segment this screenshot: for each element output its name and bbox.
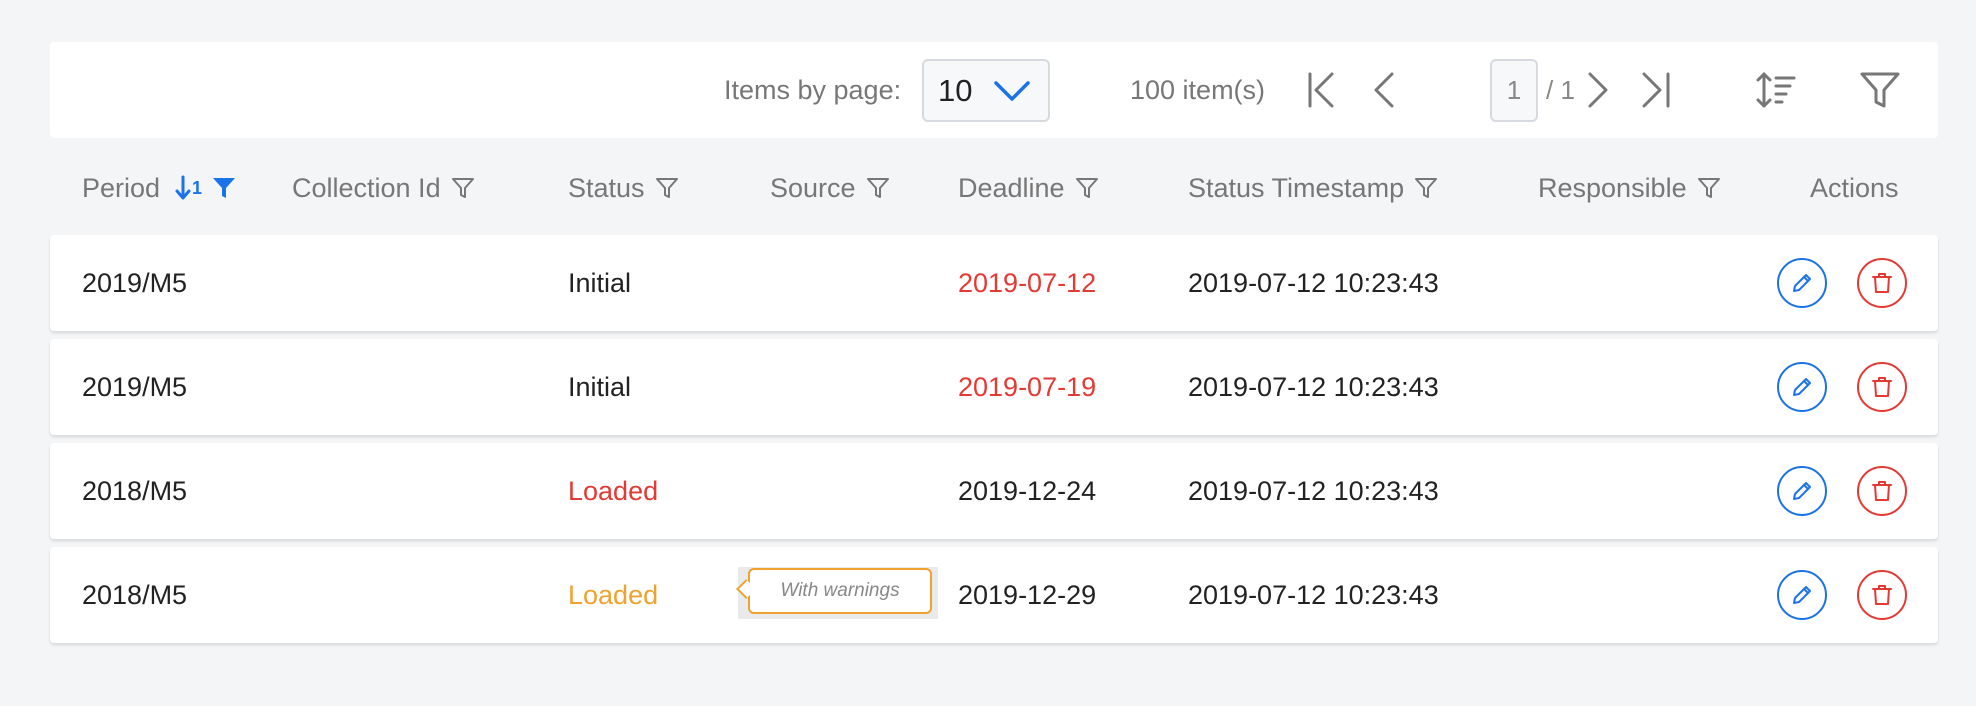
trash-icon <box>1872 377 1892 397</box>
cell-status: Initial <box>568 372 632 402</box>
sort-indicator[interactable]: 1 <box>174 175 202 201</box>
cell-deadline: 2019-12-24 <box>958 476 1097 506</box>
items-by-page-label: Items by page: <box>724 75 902 105</box>
table-row: 2019/M5 Initial 2019-07-12 2019-07-12 10… <box>50 235 1938 331</box>
edit-button[interactable] <box>1777 258 1827 308</box>
edit-button[interactable] <box>1777 362 1827 412</box>
cell-period: 2018/M5 <box>82 476 188 506</box>
status-tooltip: With warnings <box>736 567 938 619</box>
cell-period: 2019/M5 <box>82 268 188 298</box>
filter-icon[interactable] <box>1414 176 1438 200</box>
cell-status: Initial <box>568 268 632 298</box>
delete-button[interactable] <box>1857 466 1907 516</box>
column-header-responsible[interactable]: Responsible <box>1538 160 1721 216</box>
pencil-icon <box>1793 274 1811 292</box>
column-label: Source <box>770 172 856 203</box>
filter-icon[interactable] <box>655 176 679 200</box>
column-label: Period <box>82 172 161 203</box>
column-header-source[interactable]: Source <box>770 160 890 216</box>
column-label: Actions <box>1810 172 1899 203</box>
cell-status-timestamp: 2019-07-12 10:23:43 <box>1188 268 1439 298</box>
cell-status-timestamp: 2019-07-12 10:23:43 <box>1188 372 1439 402</box>
cell-deadline: 2019-07-19 <box>958 372 1097 402</box>
row-density-icon[interactable] <box>1754 68 1798 112</box>
items-by-page-select[interactable]: 10 <box>922 59 1050 122</box>
column-header-deadline[interactable]: Deadline <box>958 160 1099 216</box>
table-row: 2018/M5 Loaded 2019-12-24 2019-07-12 10:… <box>50 443 1938 539</box>
current-page-input[interactable]: 1 <box>1490 59 1538 122</box>
column-header-period[interactable]: Period 1 <box>82 160 236 216</box>
cell-status-timestamp: 2019-07-12 10:23:43 <box>1188 580 1439 610</box>
last-page-icon[interactable] <box>1634 68 1678 112</box>
delete-button[interactable] <box>1857 362 1907 412</box>
column-header-actions: Actions <box>1810 160 1899 216</box>
table-toolbar: Items by page: 10 100 item(s) 1 / 1 <box>50 42 1938 138</box>
trash-icon <box>1872 585 1892 605</box>
column-header-status[interactable]: Status <box>568 160 679 216</box>
delete-button[interactable] <box>1857 258 1907 308</box>
filter-icon[interactable] <box>1858 68 1902 112</box>
table-row: 2018/M5 Loaded With warnings 2019-12-29 … <box>50 547 1938 643</box>
column-label: Responsible <box>1538 172 1687 203</box>
pencil-icon <box>1793 586 1811 604</box>
column-header-status-timestamp[interactable]: Status Timestamp <box>1188 160 1438 216</box>
column-header-collection-id[interactable]: Collection Id <box>292 160 475 216</box>
cell-status[interactable]: Loaded <box>568 547 658 643</box>
sort-descending-icon <box>175 175 191 200</box>
item-count: 100 item(s) <box>1130 75 1266 105</box>
cell-period: 2018/M5 <box>82 580 188 610</box>
items-by-page-value: 10 <box>938 73 973 108</box>
filter-icon[interactable] <box>1075 176 1099 200</box>
chevron-down-icon <box>994 81 1030 101</box>
edit-button[interactable] <box>1777 570 1827 620</box>
cell-deadline: 2019-07-12 <box>958 268 1097 298</box>
column-label: Deadline <box>958 172 1065 203</box>
cell-status-timestamp: 2019-07-12 10:23:43 <box>1188 476 1439 506</box>
filter-icon[interactable] <box>1697 176 1721 200</box>
tooltip-content: With warnings <box>748 568 932 614</box>
trash-icon <box>1872 481 1892 501</box>
column-label: Collection Id <box>292 172 441 203</box>
table-row: 2019/M5 Initial 2019-07-19 2019-07-12 10… <box>50 339 1938 435</box>
edit-button[interactable] <box>1777 466 1827 516</box>
total-pages: / 1 <box>1546 75 1575 105</box>
first-page-icon[interactable] <box>1302 68 1346 112</box>
column-label: Status <box>568 172 645 203</box>
filter-active-icon[interactable] <box>212 176 236 200</box>
prev-page-icon[interactable] <box>1364 68 1408 112</box>
trash-icon <box>1872 273 1892 293</box>
pencil-icon <box>1793 378 1811 396</box>
filter-icon[interactable] <box>866 176 890 200</box>
cell-deadline: 2019-12-29 <box>958 580 1097 610</box>
delete-button[interactable] <box>1857 570 1907 620</box>
cell-status: Loaded <box>568 476 659 506</box>
next-page-icon[interactable] <box>1574 68 1618 112</box>
cell-period: 2019/M5 <box>82 372 188 402</box>
filter-icon[interactable] <box>451 176 475 200</box>
column-label: Status Timestamp <box>1188 172 1405 203</box>
pencil-icon <box>1793 482 1811 500</box>
sort-order-index: 1 <box>192 177 203 198</box>
